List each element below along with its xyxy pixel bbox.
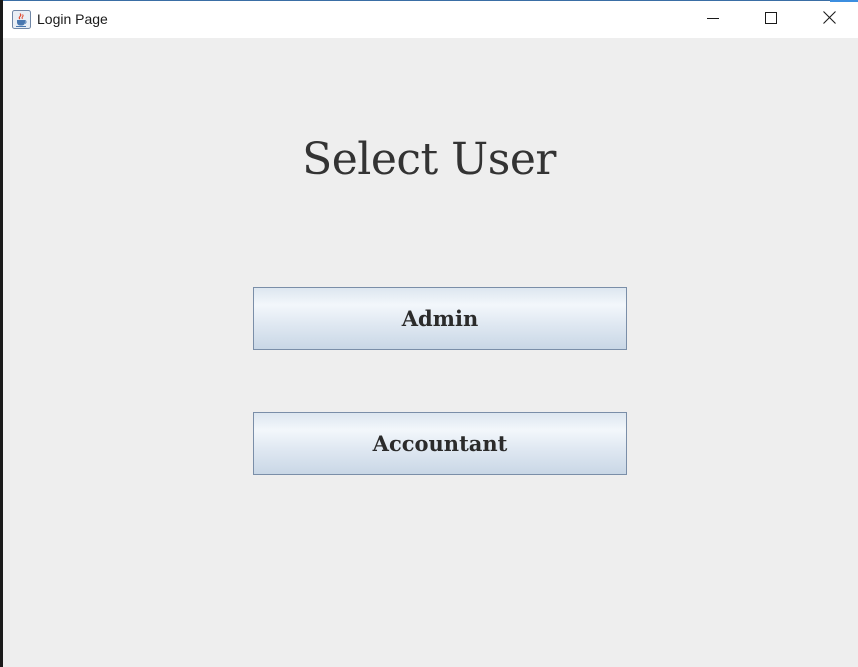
maximize-button[interactable] [742,1,800,38]
accountant-button[interactable]: Accountant [253,412,627,475]
admin-button[interactable]: Admin [253,287,627,350]
title-bar[interactable]: Login Page [3,0,858,38]
close-icon [822,10,836,29]
java-cup-icon [12,10,31,29]
content-panel: Select User Admin Accountant [3,38,858,667]
minimize-button[interactable] [684,1,742,38]
maximize-icon [765,11,777,29]
window-title: Login Page [37,11,108,27]
page-title: Select User [302,134,556,185]
minimize-icon [707,11,719,29]
close-button[interactable] [800,1,858,38]
login-window: Login Page Select User Admin Accountant [0,0,858,667]
